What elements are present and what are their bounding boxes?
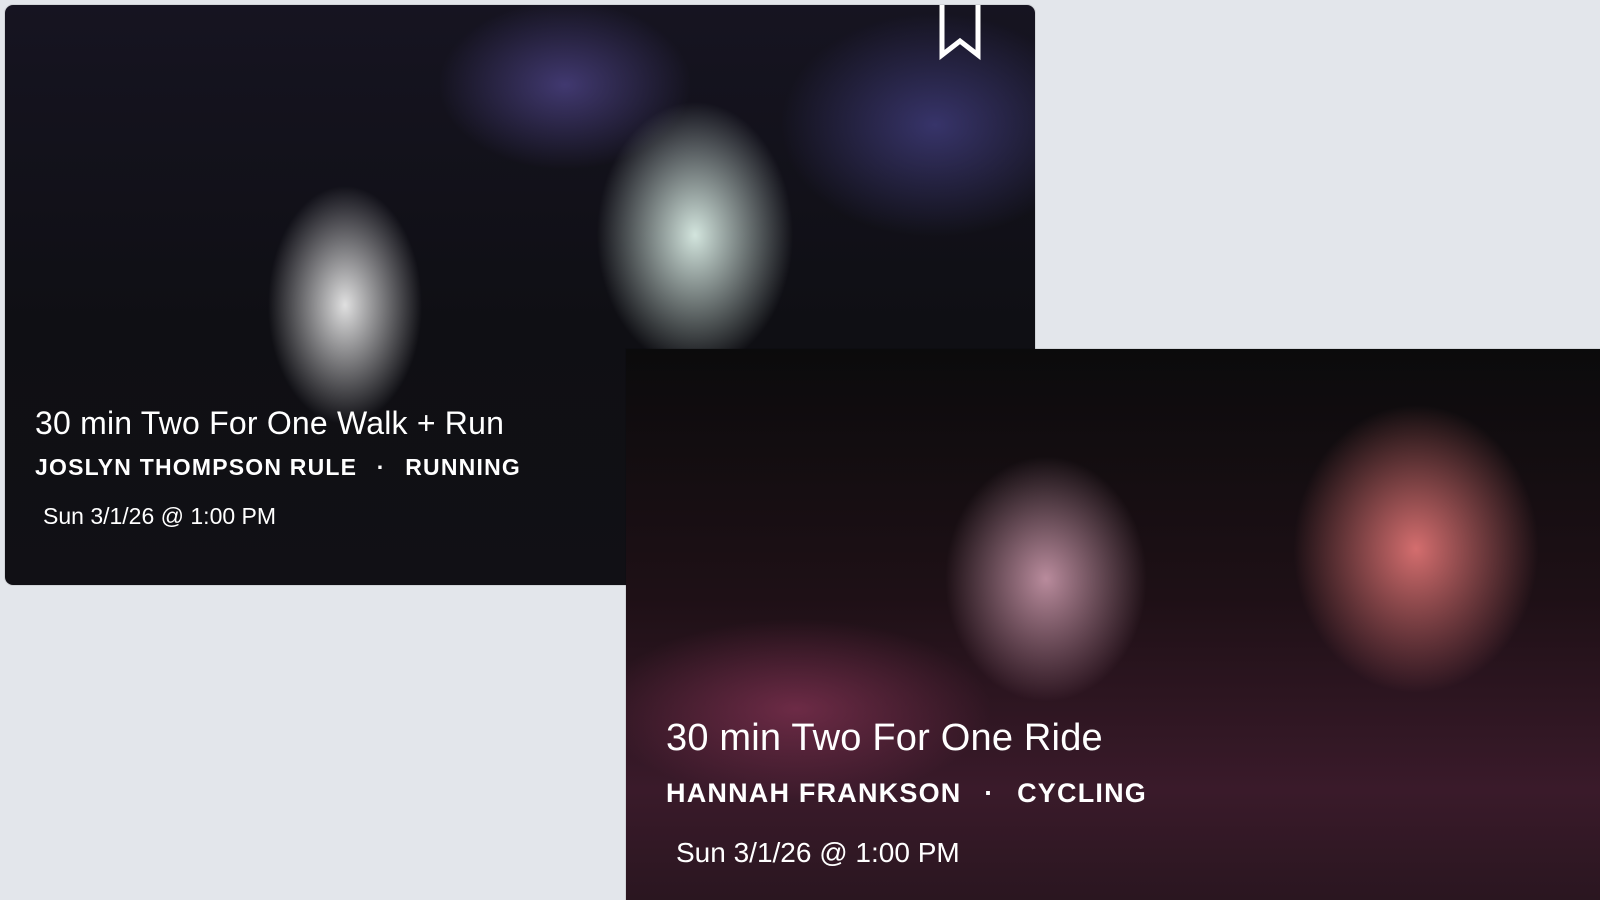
class-title: 30 min Two For One Ride	[666, 717, 1103, 759]
class-meta: HANNAH FRANKSON · CYCLING	[666, 778, 1600, 809]
class-discipline: CYCLING	[1017, 778, 1148, 808]
instructor-name: HANNAH FRANKSON	[666, 778, 962, 808]
class-discipline: RUNNING	[405, 454, 521, 480]
instructor-name: JOSLYN THOMPSON RULE	[35, 454, 358, 480]
bookmark-icon[interactable]	[937, 5, 983, 63]
meta-separator: ·	[984, 778, 995, 808]
class-datetime: Sun 3/1/26 @ 1:00 PM	[676, 837, 960, 868]
meta-separator: ·	[376, 454, 386, 480]
class-info: 30 min Two For One Ride HANNAH FRANKSON …	[626, 717, 1600, 869]
class-card-ride[interactable]: 30 min Two For One Ride HANNAH FRANKSON …	[626, 349, 1600, 900]
